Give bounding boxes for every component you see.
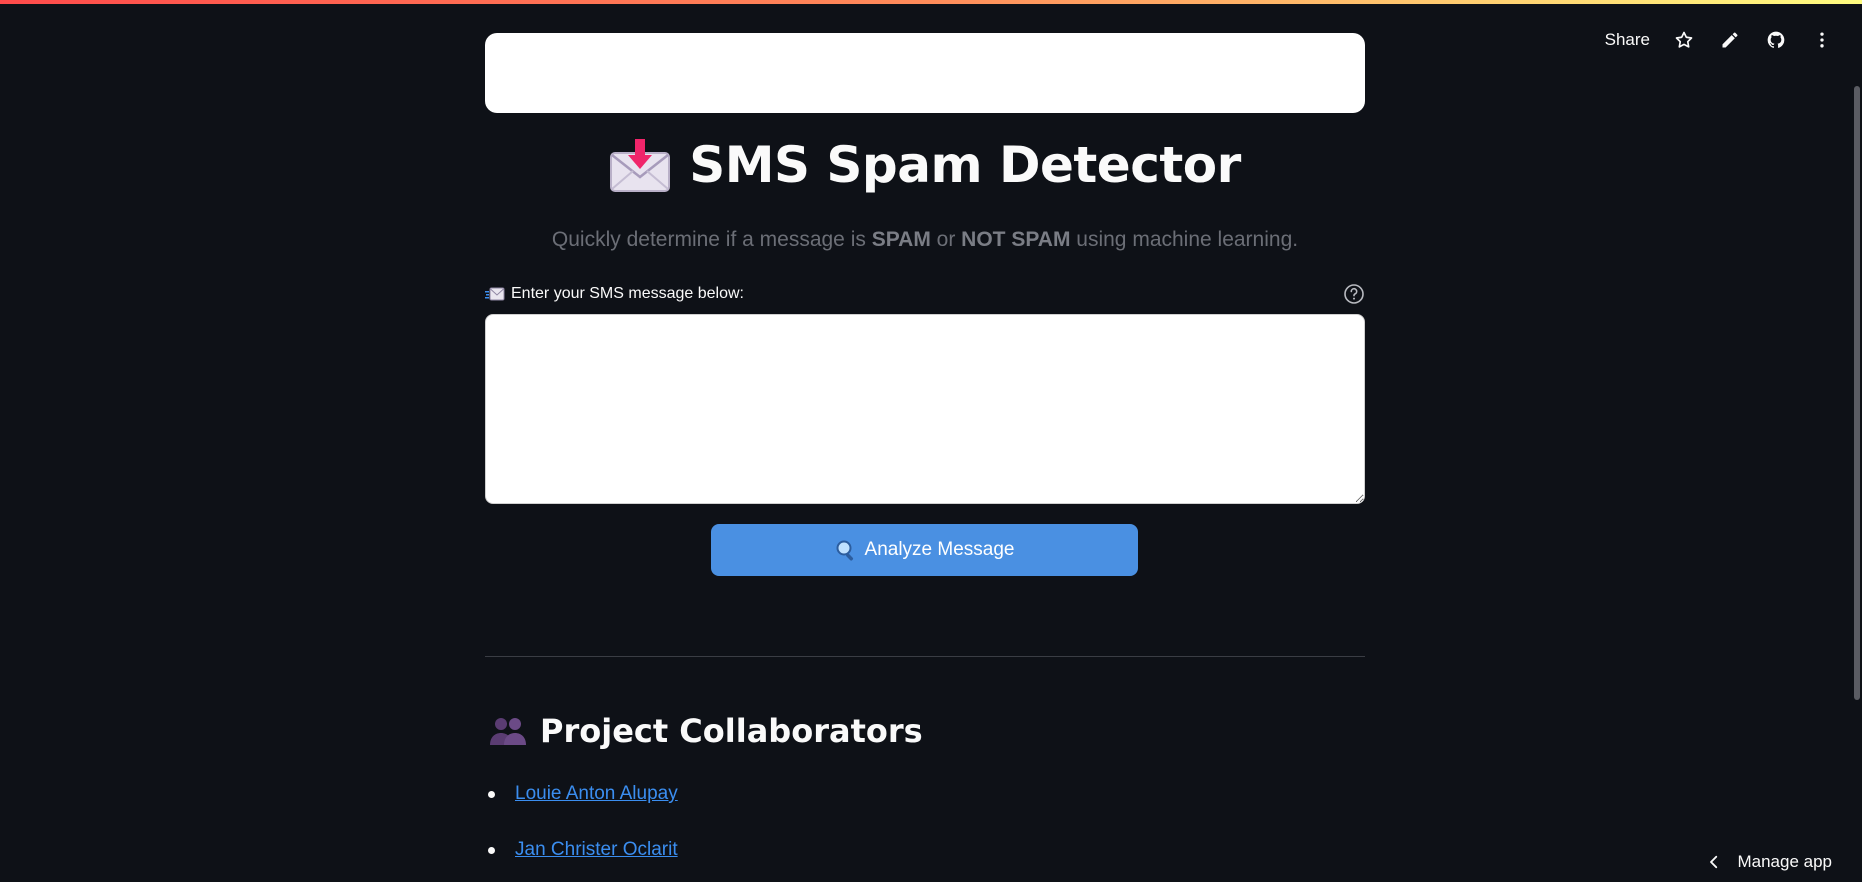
subtitle-not-spam: NOT SPAM	[961, 228, 1071, 251]
star-icon[interactable]	[1672, 28, 1696, 52]
subtitle: Quickly determine if a message is SPAM o…	[485, 228, 1365, 252]
message-label-row: Enter your SMS message below:	[485, 282, 1365, 306]
collaborator-link-jan[interactable]: Jan Christer Oclarit	[515, 839, 678, 861]
chevron-left-icon	[1710, 855, 1718, 869]
collaborators-heading-text: Project Collaborators	[540, 712, 923, 750]
collaborators-list: Louie Anton Alupay Jan Christer Oclarit	[486, 780, 678, 882]
message-textarea[interactable]	[485, 314, 1365, 504]
bullet	[488, 790, 495, 798]
share-button[interactable]: Share	[1605, 30, 1650, 50]
people-silhouette-icon	[490, 718, 526, 745]
analyze-message-button[interactable]: Analyze Message	[711, 524, 1138, 576]
incoming-envelope-icon	[485, 287, 505, 301]
message-label-text: Enter your SMS message below:	[511, 285, 744, 302]
title-text: SMS Spam Detector	[689, 136, 1241, 194]
list-item: Jan Christer Oclarit	[486, 836, 678, 864]
more-vertical-icon[interactable]	[1810, 28, 1834, 52]
bullet	[488, 846, 495, 854]
question-circle-icon[interactable]	[1343, 283, 1365, 305]
list-item: Louie Anton Alupay	[486, 780, 678, 808]
subtitle-or: or	[930, 228, 962, 251]
top-decoration-bar	[0, 0, 1862, 4]
subtitle-spam: SPAM	[871, 228, 931, 251]
app-toolbar: Share	[1605, 26, 1834, 54]
banner-image	[485, 33, 1365, 113]
message-label: Enter your SMS message below:	[485, 285, 744, 303]
github-icon[interactable]	[1764, 28, 1788, 52]
manage-app-label: Manage app	[1737, 852, 1832, 871]
subtitle-suffix: using machine learning.	[1070, 228, 1299, 251]
collaborator-link-louie[interactable]: Louie Anton Alupay	[515, 783, 678, 805]
subtitle-prefix: Quickly determine if a message is	[551, 228, 872, 251]
page-title: SMS Spam Detector	[485, 136, 1365, 194]
envelope-with-arrow-icon	[610, 139, 671, 192]
magnifying-glass-icon	[836, 540, 853, 561]
app-page: Share SMS Spam Detector Quickly determin…	[0, 0, 1862, 882]
manage-app-button[interactable]: Manage app	[1705, 852, 1832, 872]
message-textarea-wrapper	[485, 314, 1365, 504]
pencil-icon[interactable]	[1718, 28, 1742, 52]
collaborators-heading: Project Collaborators	[488, 712, 923, 750]
analyze-button-label: Analyze Message	[864, 539, 1015, 560]
page-scrollbar[interactable]	[1854, 86, 1860, 700]
section-divider	[485, 656, 1365, 657]
